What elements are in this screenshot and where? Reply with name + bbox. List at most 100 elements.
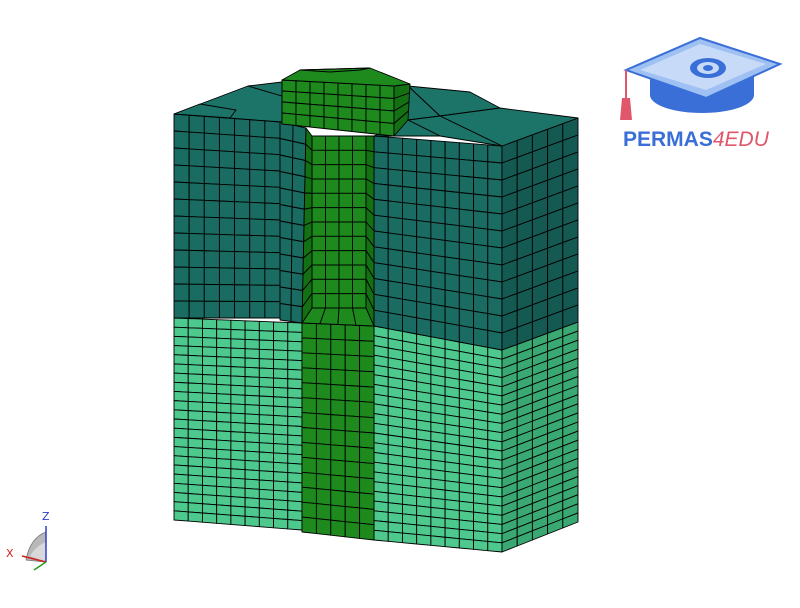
mesh-element <box>173 372 189 384</box>
mesh-element <box>323 104 339 119</box>
mesh-element <box>416 301 432 321</box>
mesh-element <box>315 473 332 491</box>
mesh-element <box>387 184 403 204</box>
mesh-element <box>325 293 340 309</box>
mesh-element <box>173 446 189 458</box>
mesh-element <box>315 458 332 476</box>
mesh-element <box>430 303 446 324</box>
mesh-element <box>244 413 260 425</box>
mesh-element <box>187 382 203 394</box>
mesh-element <box>203 300 220 319</box>
mesh-element <box>401 234 418 254</box>
mesh-element <box>173 482 189 494</box>
mesh-element <box>249 284 266 303</box>
mesh-element <box>230 421 246 433</box>
mesh-element <box>273 433 289 445</box>
mesh-element <box>201 438 218 450</box>
mesh-element <box>244 497 260 509</box>
mesh-element <box>173 501 189 513</box>
mesh-element <box>244 357 260 369</box>
mesh-element <box>287 350 303 362</box>
mesh-element <box>291 173 306 194</box>
mesh-element <box>444 536 460 549</box>
mesh-element <box>287 425 303 437</box>
mesh-element <box>311 221 326 237</box>
mesh-element <box>373 167 389 186</box>
mesh-element <box>273 396 289 408</box>
mesh-element <box>444 305 460 326</box>
mesh-element <box>258 516 275 529</box>
mesh-element <box>373 214 389 234</box>
mesh-element <box>351 107 367 122</box>
mesh-element <box>244 404 260 416</box>
mesh-element <box>330 368 346 386</box>
mesh-element <box>344 430 361 448</box>
mesh-element <box>344 400 361 418</box>
mesh-element <box>315 323 332 340</box>
mesh-element <box>359 340 375 358</box>
mesh-element <box>258 498 275 510</box>
mesh-element <box>387 136 403 155</box>
mesh-element <box>281 79 297 93</box>
mesh-element <box>330 519 346 538</box>
mesh-element <box>188 300 205 319</box>
mesh-element <box>234 234 251 253</box>
mesh-element <box>203 267 220 286</box>
mesh-element <box>273 508 289 520</box>
mesh-element <box>249 135 266 155</box>
mesh-element <box>458 538 475 550</box>
mesh-element <box>444 272 460 293</box>
mesh-element <box>311 235 326 252</box>
mesh-element <box>416 534 432 546</box>
mesh-element <box>173 427 189 439</box>
mesh-element <box>365 120 381 135</box>
mesh-element <box>273 405 289 417</box>
mesh-element <box>309 92 325 106</box>
mesh-element <box>337 106 353 121</box>
mesh-element <box>487 540 503 553</box>
mesh-element <box>337 117 353 132</box>
mesh-element <box>279 220 293 241</box>
mesh-element <box>323 116 339 131</box>
mesh-element <box>430 221 446 241</box>
mesh-element <box>473 243 489 264</box>
mesh-element <box>258 386 275 398</box>
mesh-element <box>315 413 332 431</box>
mesh-element <box>187 410 203 422</box>
mesh-element <box>311 192 326 209</box>
mesh-element <box>287 359 303 371</box>
mesh-element <box>230 440 246 452</box>
mesh-element <box>352 135 367 151</box>
mesh-element <box>291 206 305 226</box>
mesh-element <box>315 443 332 461</box>
mesh-element <box>173 400 189 412</box>
mesh-element <box>330 323 346 341</box>
mesh-element <box>201 512 218 524</box>
mesh-element <box>230 496 246 508</box>
mesh-element <box>287 378 303 390</box>
mesh-element <box>273 415 289 427</box>
graduation-cap-icon <box>620 36 783 120</box>
mesh-element <box>201 346 218 358</box>
mesh-element <box>338 149 353 166</box>
mesh-element <box>244 348 260 360</box>
mesh-element <box>230 384 246 396</box>
mesh-element <box>401 250 418 270</box>
mesh-element <box>458 175 475 195</box>
mesh-element <box>279 286 292 306</box>
mesh-element <box>264 284 281 303</box>
mesh-element <box>281 101 297 115</box>
mesh-element <box>230 347 246 359</box>
mesh-element <box>216 430 232 442</box>
mesh-element <box>264 235 281 254</box>
mesh-element <box>218 150 236 169</box>
mesh-element <box>281 90 297 104</box>
mesh-element <box>473 260 489 281</box>
mesh-element <box>444 289 460 310</box>
mesh-element <box>401 266 418 286</box>
mesh-element <box>365 108 381 123</box>
mesh-element <box>234 217 251 236</box>
mesh-element <box>325 192 340 209</box>
mesh-element <box>287 519 303 531</box>
mesh-element <box>258 348 275 360</box>
